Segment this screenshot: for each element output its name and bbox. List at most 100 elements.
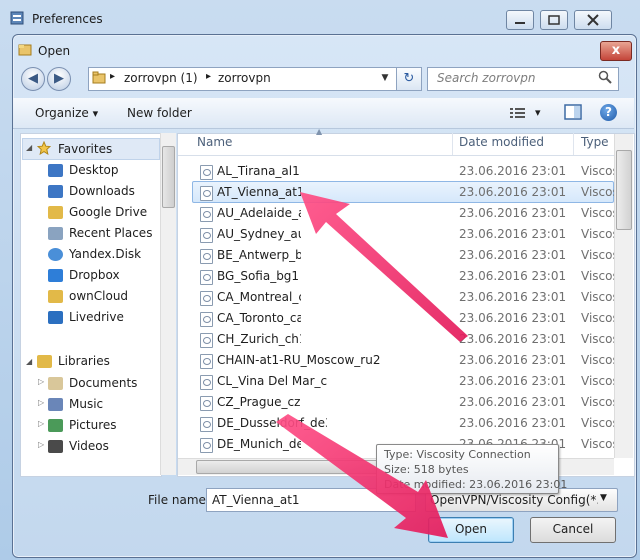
viscosity-file-icon <box>200 249 213 264</box>
file-row-type: Viscosi <box>581 416 614 430</box>
file-row-name[interactable]: CA_Montreal_ca4 <box>217 290 301 304</box>
breadcrumb-separator: ▸ <box>110 71 116 82</box>
viscosity-file-icon <box>200 333 213 348</box>
column-header-type[interactable]: Type <box>581 135 609 149</box>
sidebar-libraries[interactable]: Libraries <box>58 354 110 368</box>
file-row-name[interactable]: DE_Munich_de1 <box>217 437 301 451</box>
back-button[interactable]: ◀ <box>21 67 45 91</box>
file-row-name[interactable]: CZ_Prague_cz1 <box>217 395 301 409</box>
column-header-date[interactable]: Date modified <box>459 135 544 149</box>
sidebar-item-documents[interactable]: Documents <box>69 376 137 390</box>
sidebar-item-desktop[interactable]: Desktop <box>69 163 119 177</box>
preferences-title: Preferences <box>32 12 103 26</box>
expand-arrow-icon[interactable]: ▷ <box>38 419 44 428</box>
sidebar-item-downloads[interactable]: Downloads <box>69 184 135 198</box>
minimize-button[interactable] <box>506 10 534 30</box>
file-row-date: 23.06.2016 23:01 <box>459 416 567 430</box>
address-dropdown[interactable]: ▼ <box>376 67 394 89</box>
file-row-name[interactable]: DE_Dusseldorf_de3 <box>217 416 327 430</box>
preview-pane-icon[interactable] <box>564 104 582 121</box>
search-icon[interactable] <box>598 70 612 84</box>
file-row-type: Viscosi <box>581 185 614 199</box>
sidebar-item-livedrive[interactable]: Livedrive <box>69 310 124 324</box>
dialog-title: Open <box>38 44 71 58</box>
views-dropdown[interactable]: ▾ <box>535 106 541 119</box>
expand-arrow-icon[interactable]: ▷ <box>38 440 44 449</box>
expand-arrow-icon[interactable]: ▷ <box>38 377 44 386</box>
file-row-date: 23.06.2016 23:01 <box>459 353 567 367</box>
sort-ascending-icon: ▲ <box>316 127 323 136</box>
sidebar-favorites[interactable]: Favorites <box>58 142 112 156</box>
file-row-date: 23.06.2016 23:01 <box>459 248 567 262</box>
viscosity-file-icon <box>200 228 213 243</box>
viscosity-file-icon <box>200 438 213 453</box>
collapse-arrow-icon[interactable]: ◢ <box>26 143 32 152</box>
sidebar-item-music[interactable]: Music <box>69 397 103 411</box>
sidebar-item-recent-places[interactable]: Recent Places <box>69 226 152 240</box>
nav-scrollbar-thumb[interactable] <box>162 146 175 208</box>
file-row-date: 23.06.2016 23:01 <box>459 269 567 283</box>
refresh-button[interactable]: ↻ <box>396 67 422 91</box>
owncloud-icon <box>48 290 63 303</box>
sidebar-item-yandex-disk[interactable]: Yandex.Disk <box>69 247 141 261</box>
dialog-close-button[interactable]: x <box>600 41 632 61</box>
folder-icon <box>92 71 106 84</box>
file-row-date: 23.06.2016 23:01 <box>459 290 567 304</box>
help-button[interactable]: ? <box>600 104 617 121</box>
libraries-icon <box>37 355 52 368</box>
breadcrumb-item[interactable]: zorrovpn <box>218 71 271 85</box>
vertical-scrollbar-thumb[interactable] <box>616 150 632 230</box>
file-row-name-selected[interactable]: AT_Vienna_at1 <box>217 185 301 199</box>
chevron-down-icon[interactable]: ▼ <box>600 493 607 503</box>
viscosity-file-icon <box>200 312 213 327</box>
livedrive-icon <box>48 311 63 324</box>
file-row-type: Viscosi <box>581 374 614 388</box>
file-row-name[interactable]: AL_Tirana_al1 <box>217 164 301 178</box>
downloads-icon <box>48 185 63 198</box>
cancel-button[interactable]: Cancel <box>530 517 616 543</box>
new-folder-button[interactable]: New folder <box>127 106 192 120</box>
pref-close-button[interactable] <box>574 10 612 30</box>
open-button[interactable]: Open <box>428 517 514 543</box>
column-divider[interactable] <box>573 133 574 155</box>
breadcrumb-item[interactable]: zorrovpn (1) <box>124 71 198 85</box>
maximize-button[interactable] <box>540 10 568 30</box>
sidebar-item-videos[interactable]: Videos <box>69 439 109 453</box>
file-row-type: Viscosi <box>581 227 614 241</box>
forward-button[interactable]: ▶ <box>47 67 71 91</box>
file-row-type: Viscosi <box>581 395 614 409</box>
breadcrumb-separator: ▸ <box>206 71 212 82</box>
videos-icon <box>48 440 63 453</box>
expand-arrow-icon[interactable]: ▷ <box>38 398 44 407</box>
column-divider[interactable] <box>452 133 453 155</box>
file-row-name[interactable]: CL_Vina Del Mar_cl1 <box>217 374 327 388</box>
file-row-name[interactable]: AU_Sydney_au5 <box>217 227 301 241</box>
viscosity-file-icon <box>200 207 213 222</box>
sidebar-item-pictures[interactable]: Pictures <box>69 418 117 432</box>
file-row-name[interactable]: BG_Sofia_bg1 <box>217 269 301 283</box>
header-divider <box>178 155 614 156</box>
column-header-name[interactable]: Name <box>197 135 232 149</box>
sidebar-item-google-drive[interactable]: Google Drive <box>69 205 147 219</box>
viscosity-file-icon <box>200 417 213 432</box>
horizontal-scrollbar-thumb[interactable] <box>196 460 386 474</box>
collapse-arrow-icon[interactable]: ◢ <box>26 357 32 366</box>
file-row-name[interactable]: CA_Toronto_ca3 <box>217 311 301 325</box>
file-row-name[interactable]: CH_Zurich_ch1 <box>217 332 301 346</box>
viscosity-file-icon <box>200 165 213 180</box>
views-icon[interactable] <box>509 106 527 120</box>
tooltip-date: Date modified: 23.06.2016 23:01 <box>384 478 568 491</box>
file-row-date: 23.06.2016 23:01 <box>459 206 567 220</box>
file-row-name[interactable]: CHAIN-at1-RU_Moscow_ru2 <box>217 353 447 367</box>
sidebar-item-dropbox[interactable]: Dropbox <box>69 268 120 282</box>
dropbox-icon <box>48 269 63 282</box>
music-icon <box>48 398 63 411</box>
file-row-date: 23.06.2016 23:01 <box>459 185 567 199</box>
open-dialog-icon <box>18 44 32 56</box>
organize-button[interactable]: Organize ▾ <box>35 106 98 120</box>
file-row-date: 23.06.2016 23:01 <box>459 164 567 178</box>
file-row-name[interactable]: BE_Antwerp_be1 <box>217 248 301 262</box>
file-row-name[interactable]: AU_Adelaide_au <box>217 206 301 220</box>
sidebar-item-owncloud[interactable]: ownCloud <box>69 289 128 303</box>
file-row-type: Viscosi <box>581 269 614 283</box>
